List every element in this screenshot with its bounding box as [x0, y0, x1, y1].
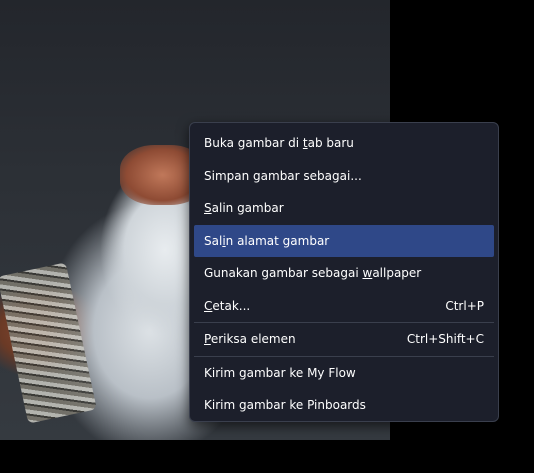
menu-item-copy-image-address[interactable]: Salin alamat gambar — [194, 224, 494, 257]
menu-item-label: Kirim gambar ke Pinboards — [204, 398, 366, 413]
menu-item-shortcut: Ctrl+P — [445, 298, 484, 313]
menu-item-copy-image[interactable]: Salin gambar — [194, 192, 494, 225]
menu-item-print[interactable]: Cetak... Ctrl+P — [194, 290, 494, 323]
image-ammo-belt — [0, 262, 97, 424]
menu-item-label: Salin alamat gambar — [204, 233, 330, 248]
menu-item-set-as-wallpaper[interactable]: Gunakan gambar sebagai wallpaper — [194, 257, 494, 290]
menu-item-open-image-new-tab[interactable]: Buka gambar di tab baru — [194, 127, 494, 160]
menu-item-send-to-my-flow[interactable]: Kirim gambar ke My Flow — [194, 357, 494, 390]
menu-item-label: Kirim gambar ke My Flow — [204, 365, 356, 380]
menu-item-label: Gunakan gambar sebagai wallpaper — [204, 266, 422, 281]
menu-item-save-image-as[interactable]: Simpan gambar sebagai... — [194, 160, 494, 193]
menu-item-label: Cetak... — [204, 298, 251, 313]
menu-item-label: Periksa elemen — [204, 332, 296, 347]
menu-item-label: Simpan gambar sebagai... — [204, 168, 362, 183]
menu-item-label: Buka gambar di tab baru — [204, 136, 354, 151]
context-menu: Buka gambar di tab baru Simpan gambar se… — [189, 122, 499, 422]
menu-item-inspect-element[interactable]: Periksa elemen Ctrl+Shift+C — [194, 323, 494, 356]
menu-item-label: Salin gambar — [204, 201, 284, 216]
menu-item-send-to-pinboards[interactable]: Kirim gambar ke Pinboards — [194, 389, 494, 422]
menu-item-shortcut: Ctrl+Shift+C — [406, 332, 484, 347]
